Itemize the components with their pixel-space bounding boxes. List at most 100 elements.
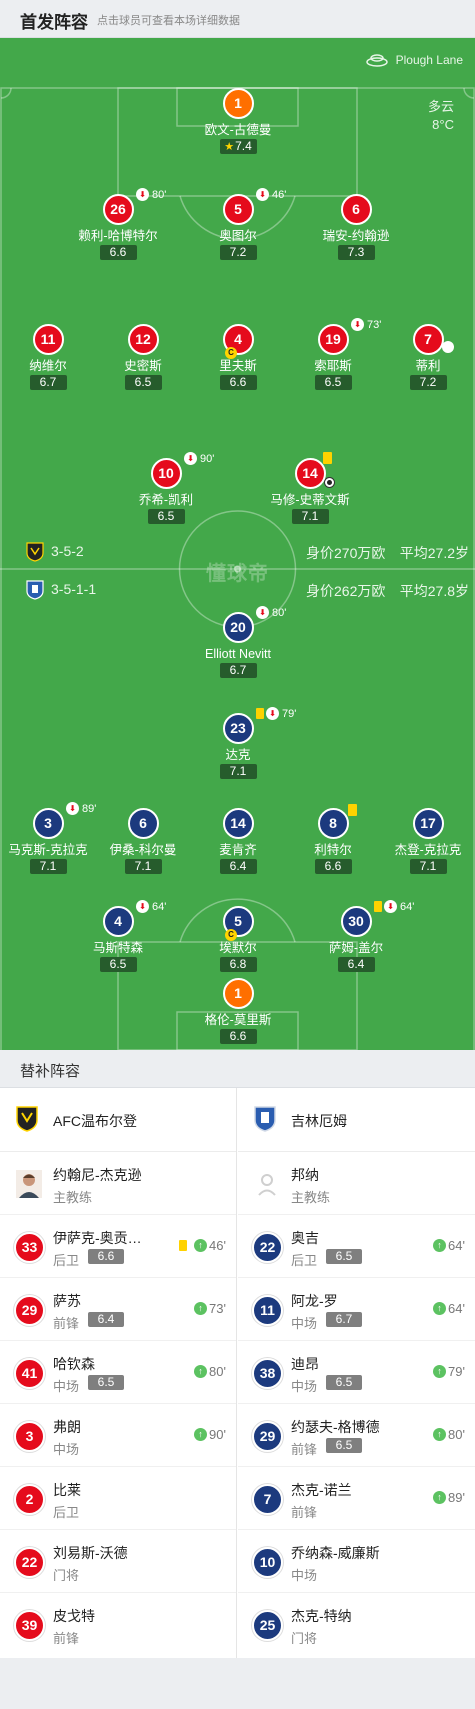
player-rating: ★7.4 [219,139,257,154]
player-number: 3 [14,1421,45,1452]
player-name: 瑞安-约翰逊 [322,229,390,243]
sub-player-row[interactable]: 22 刘易斯-沃德 门将 [0,1530,236,1593]
sub-player-row[interactable]: 10 乔纳森-威廉斯 中场 [238,1530,475,1593]
player-name: 赖利-哈博特尔 [78,229,158,243]
sub-in-icon: ↑ [194,1365,208,1378]
sub-player-row[interactable]: 11 阿龙-罗 中场 6.7 ↑ 64' [238,1278,475,1341]
sub-in-time: ↑ 46' [179,1238,226,1253]
sub-in-time: ↑ 90' [194,1427,226,1442]
sub-in-icon: ↑ [194,1428,208,1441]
player-number: 41 [14,1358,45,1389]
substitution-out: ⬇ 64' [136,900,166,913]
player-name: 奥图尔 [219,229,257,243]
home-player[interactable]: 26 ⬇ 80' 赖利-哈博特尔 6.6 [58,188,178,261]
lineup-header: 首发阵容 点击球员可查看本场详细数据 [0,0,475,38]
weather: 多云 8°C [428,98,454,134]
sub-player-row[interactable]: 7 杰克-诺兰 前锋 ↑ 89' [238,1467,475,1530]
away-player[interactable]: 23 ⬇ 79' 达克 7.1 [178,707,298,780]
sub-out-icon: ⬇ [66,802,79,815]
away-player[interactable]: 30 ⬇ 64' 萨姆-盖尔 6.4 [296,900,416,973]
home-coach-row[interactable]: 约翰尼-杰克逊 主教练 [0,1152,236,1215]
away-team-header[interactable]: 吉林厄姆 [238,1088,475,1152]
sub-in-time: ↑ 64' [433,1238,465,1253]
sub-player-row[interactable]: 25 杰克-特纳 门将 [238,1593,475,1656]
player-position: 后卫 [53,1253,80,1268]
player-rating: 7.1 [409,859,447,874]
player-name: 蒂利 [415,359,441,373]
player-rating: 6.7 [29,375,67,390]
lineup-title: 首发阵容 [20,13,88,32]
home-player[interactable]: 6 瑞安-约翰逊 7.3 [296,194,416,261]
sub-player-row[interactable]: 33 伊萨克-奥贡… 后卫 6.6 ↑ 46' [0,1215,236,1278]
player-number: 23 [222,713,254,744]
player-position: 中场 [53,1442,80,1457]
player-number: 7 [252,1484,283,1515]
sub-minute: 64' [448,1301,465,1316]
player-number: 20 [222,612,254,643]
sub-player-row[interactable]: 41 哈钦森 中场 6.5 ↑ 80' [0,1341,236,1404]
weather-temperature: 8°C [432,117,454,132]
sub-in-time: ↑ 79' [433,1364,465,1379]
sub-player-row[interactable]: 29 约瑟夫-格博德 前锋 6.5 ↑ 80' [238,1404,475,1467]
home-player[interactable]: 10 ⬇ 90' 乔希-凯利 6.5 [106,452,226,525]
goal-ball-icon [324,477,335,488]
away-coach-row[interactable]: 邦纳 主教练 [238,1152,475,1215]
home-team-header[interactable]: AFC温布尔登 [0,1088,236,1152]
yellow-card-icon [323,452,332,464]
player-position: 前锋 [53,1316,80,1331]
substitution-out: ⬇ 90' [184,452,214,465]
player-name: 马修-史蒂文斯 [270,493,350,507]
sub-minute: 79' [448,1364,465,1379]
away-player[interactable]: 17 杰登-克拉克 7.1 [368,808,475,875]
sub-player-row[interactable]: 29 萨苏 前锋 6.4 ↑ 73' [0,1278,236,1341]
player-number: 6 [127,808,159,839]
player-position: 中场 [291,1316,318,1331]
weather-condition: 多云 [427,99,454,114]
player-number: 11 [252,1295,283,1326]
away-player-goalkeeper[interactable]: 1 格伦-莫里斯 6.6 [178,978,298,1045]
player-rating: 6.4 [219,859,257,874]
sub-out-icon: ⬇ [266,707,279,720]
player-name: 格伦-莫里斯 [204,1013,272,1027]
player-name: 伊萨克-奥贡… [53,1230,142,1246]
sub-player-row[interactable]: 2 比莱 后卫 [0,1467,236,1530]
player-rating: 6.6 [219,1029,257,1044]
substitution-out: ⬇ 80' [136,188,166,201]
coach-role: 主教练 [53,1190,93,1205]
sub-in-time: ↑ 80' [194,1364,226,1379]
away-player[interactable]: 20 ⬇ 80' Elliott Nevitt 6.7 [178,606,298,679]
player-name: Elliott Nevitt [205,647,271,661]
player-name: 哈钦森 [53,1356,95,1372]
away-summary: 3-5-1-1 身价262万欧 平均27.8岁 [0,579,475,601]
player-position: 门将 [53,1568,80,1583]
home-player[interactable]: 7 蒂利 7.2 [368,324,475,391]
away-player[interactable]: 4 ⬇ 64' 马斯特森 6.5 [58,900,178,973]
player-number: 3 [32,808,64,839]
player-name: 奥吉 [291,1230,319,1246]
subs-header: 替补阵容 [0,1050,475,1088]
sub-player-row[interactable]: 39 皮戈特 前锋 [0,1593,236,1656]
sub-in-icon: ↑ [433,1491,447,1504]
sub-minute: 80' [448,1427,465,1442]
away-team-logo-icon [26,580,44,600]
home-player[interactable]: 14 马修-史蒂文斯 7.1 [250,452,370,525]
player-number: 5 [222,194,254,225]
sub-player-row[interactable]: 3 弗朗 中场 ↑ 90' [0,1404,236,1467]
home-team-logo-icon [16,1106,38,1132]
player-name: 杰登-克拉克 [394,843,462,857]
sub-player-row[interactable]: 38 迪昂 中场 6.5 ↑ 79' [238,1341,475,1404]
coach-role: 主教练 [291,1190,331,1205]
subs-title: 替补阵容 [20,1063,81,1080]
star-icon: ★ [224,141,235,153]
sub-player-row[interactable]: 22 奥吉 后卫 6.5 ↑ 64' [238,1215,475,1278]
player-rating: 6.6 [219,375,257,390]
player-name: 马斯特森 [92,941,143,955]
sub-in-time: ↑ 64' [433,1301,465,1316]
home-player-goalkeeper[interactable]: 1 欧文-古德曼 ★7.4 [178,88,298,155]
yellow-card-icon [256,708,264,719]
away-average-age: 平均27.8岁 [399,583,469,599]
player-position: 中场 [291,1379,318,1394]
home-player[interactable]: 5 ⬇ 46' 奥图尔 7.2 [178,188,298,261]
player-position: 中场 [291,1568,318,1583]
away-player-captain[interactable]: 5 C 埃默尔 6.8 [178,906,298,973]
